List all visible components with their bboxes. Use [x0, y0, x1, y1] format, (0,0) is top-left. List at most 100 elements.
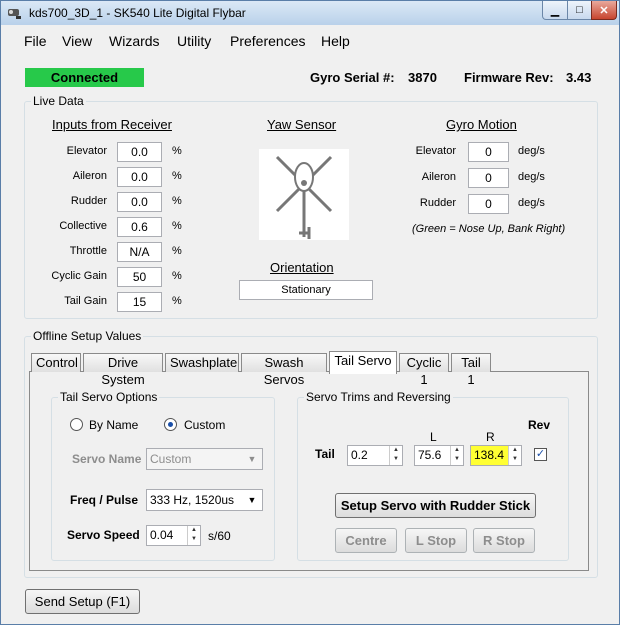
input-label: Tail Gain — [64, 295, 107, 307]
input-label: Throttle — [69, 245, 107, 257]
gyro-serial-label: Gyro Serial #: — [310, 70, 395, 85]
orientation-field: Stationary — [239, 280, 373, 300]
tab-control[interactable]: Control — [31, 353, 81, 372]
tab-tail-1[interactable]: Tail 1 — [451, 353, 491, 387]
input-value: 0.0 — [117, 142, 162, 162]
l-limit-value: 75.6 — [418, 448, 442, 462]
tail-row-label: Tail — [315, 447, 335, 461]
rev-checkbox[interactable]: ✓ — [534, 448, 547, 461]
input-unit: % — [172, 295, 182, 307]
firmware-label: Firmware Rev: — [464, 70, 554, 85]
input-unit: % — [172, 245, 182, 257]
menu-utility[interactable]: Utility — [177, 33, 211, 49]
minimize-button[interactable]: ▁ — [542, 1, 568, 20]
motion-unit: deg/s — [518, 171, 545, 183]
motion-label: Rudder — [419, 197, 456, 209]
freq-pulse-value: 333 Hz, 1520us — [150, 493, 235, 507]
tab-swash-servos[interactable]: Swash Servos — [241, 353, 327, 387]
menu-wizards[interactable]: Wizards — [109, 33, 160, 49]
trim-col-rev: Rev — [528, 418, 551, 432]
spin-arrows-icon[interactable]: ▲ ▼ — [187, 526, 200, 545]
firmware-value: 3.43 — [566, 70, 592, 85]
spin-arrows-icon[interactable]: ▲ ▼ — [508, 446, 521, 465]
input-label: Cyclic Gain — [51, 270, 107, 282]
title-bar[interactable]: kds700_3D_1 - SK540 Lite Digital Flybar … — [1, 1, 619, 25]
servo-trims-label: Servo Trims and Reversing — [304, 390, 453, 404]
tab-cyclic-1[interactable]: Cyclic 1 — [399, 353, 449, 387]
motion-value: 0 — [468, 194, 509, 214]
chevron-down-icon: ▼ — [247, 495, 257, 505]
servo-name-value: Custom — [150, 452, 192, 466]
input-unit: % — [172, 195, 182, 207]
orientation-title: Orientation — [270, 260, 334, 275]
freq-pulse-label: Freq / Pulse — [70, 493, 139, 507]
spin-arrows-icon[interactable]: ▲ ▼ — [450, 446, 463, 465]
tab-drive-system[interactable]: Drive System — [83, 353, 163, 387]
servo-speed-value: 0.04 — [150, 528, 174, 542]
tail-trim-value: 0.2 — [351, 448, 368, 462]
input-unit: % — [172, 145, 182, 157]
input-label: Elevator — [66, 145, 107, 157]
input-unit: % — [172, 220, 182, 232]
menu-bar: File View Wizards Utility Preferences He… — [7, 28, 613, 52]
radio-by-name[interactable] — [70, 418, 83, 431]
input-value: 0.0 — [117, 192, 162, 212]
input-value: 0.0 — [117, 167, 162, 187]
app-window: kds700_3D_1 - SK540 Lite Digital Flybar … — [0, 0, 620, 625]
send-setup-button[interactable]: Send Setup (F1) — [25, 589, 140, 614]
l-stop-button[interactable]: L Stop — [405, 528, 467, 553]
servo-speed-spinner[interactable]: 0.04 ▲ ▼ — [146, 525, 201, 546]
checkmark-icon: ✓ — [535, 448, 546, 460]
gyro-motion-title: Gyro Motion — [446, 117, 517, 132]
menu-file[interactable]: File — [24, 33, 47, 49]
r-limit-spinner[interactable]: 138.4 ▲ ▼ — [470, 445, 522, 466]
tab-swashplate[interactable]: Swashplate — [165, 353, 239, 372]
yaw-sensor-title: Yaw Sensor — [267, 117, 337, 132]
chevron-down-icon: ▼ — [247, 454, 257, 464]
menu-help[interactable]: Help — [321, 33, 350, 49]
motion-label: Aileron — [421, 171, 456, 183]
tab-tail-servo[interactable]: Tail Servo — [329, 351, 397, 374]
close-icon: ✕ — [599, 4, 609, 17]
r-stop-button[interactable]: R Stop — [473, 528, 535, 553]
menu-preferences[interactable]: Preferences — [230, 33, 305, 49]
motion-unit: deg/s — [518, 145, 545, 157]
motion-value: 0 — [468, 168, 509, 188]
setup-servo-button[interactable]: Setup Servo with Rudder Stick — [335, 493, 536, 518]
servo-speed-unit: s/60 — [208, 529, 231, 543]
live-data-label: Live Data — [31, 94, 86, 108]
input-label: Aileron — [72, 170, 107, 182]
servo-name-combo: Custom ▼ — [146, 448, 263, 470]
app-icon — [8, 9, 21, 19]
input-unit: % — [172, 170, 182, 182]
input-unit: % — [172, 270, 182, 282]
motion-note: (Green = Nose Up, Bank Right) — [412, 223, 566, 235]
r-limit-value: 138.4 — [474, 448, 505, 462]
input-value: N/A — [117, 242, 162, 262]
menu-view[interactable]: View — [62, 33, 92, 49]
motion-unit: deg/s — [518, 197, 545, 209]
radio-custom[interactable] — [164, 418, 177, 431]
motion-value: 0 — [468, 142, 509, 162]
tail-servo-options-label: Tail Servo Options — [58, 390, 160, 404]
input-label: Collective — [59, 220, 107, 232]
servo-name-label: Servo Name — [72, 452, 142, 466]
freq-pulse-combo[interactable]: 333 Hz, 1520us ▼ — [146, 489, 263, 511]
close-button[interactable]: ✕ — [591, 1, 617, 20]
maximize-button[interactable]: □ — [567, 1, 592, 20]
window-title: kds700_3D_1 - SK540 Lite Digital Flybar — [29, 6, 246, 20]
input-label: Rudder — [70, 195, 107, 207]
connection-status: Connected — [25, 68, 144, 87]
inputs-title: Inputs from Receiver — [52, 117, 172, 132]
motion-label: Elevator — [415, 145, 456, 157]
tail-trim-spinner[interactable]: 0.2 ▲ ▼ — [347, 445, 403, 466]
centre-button[interactable]: Centre — [335, 528, 397, 553]
trim-col-l: L — [430, 430, 437, 444]
offline-setup-label: Offline Setup Values — [31, 329, 144, 343]
input-value: 15 — [117, 292, 162, 312]
input-value: 50 — [117, 267, 162, 287]
spin-arrows-icon[interactable]: ▲ ▼ — [389, 446, 402, 465]
maximize-icon: □ — [576, 4, 583, 16]
l-limit-spinner[interactable]: 75.6 ▲ ▼ — [414, 445, 464, 466]
trim-col-r: R — [486, 430, 495, 444]
